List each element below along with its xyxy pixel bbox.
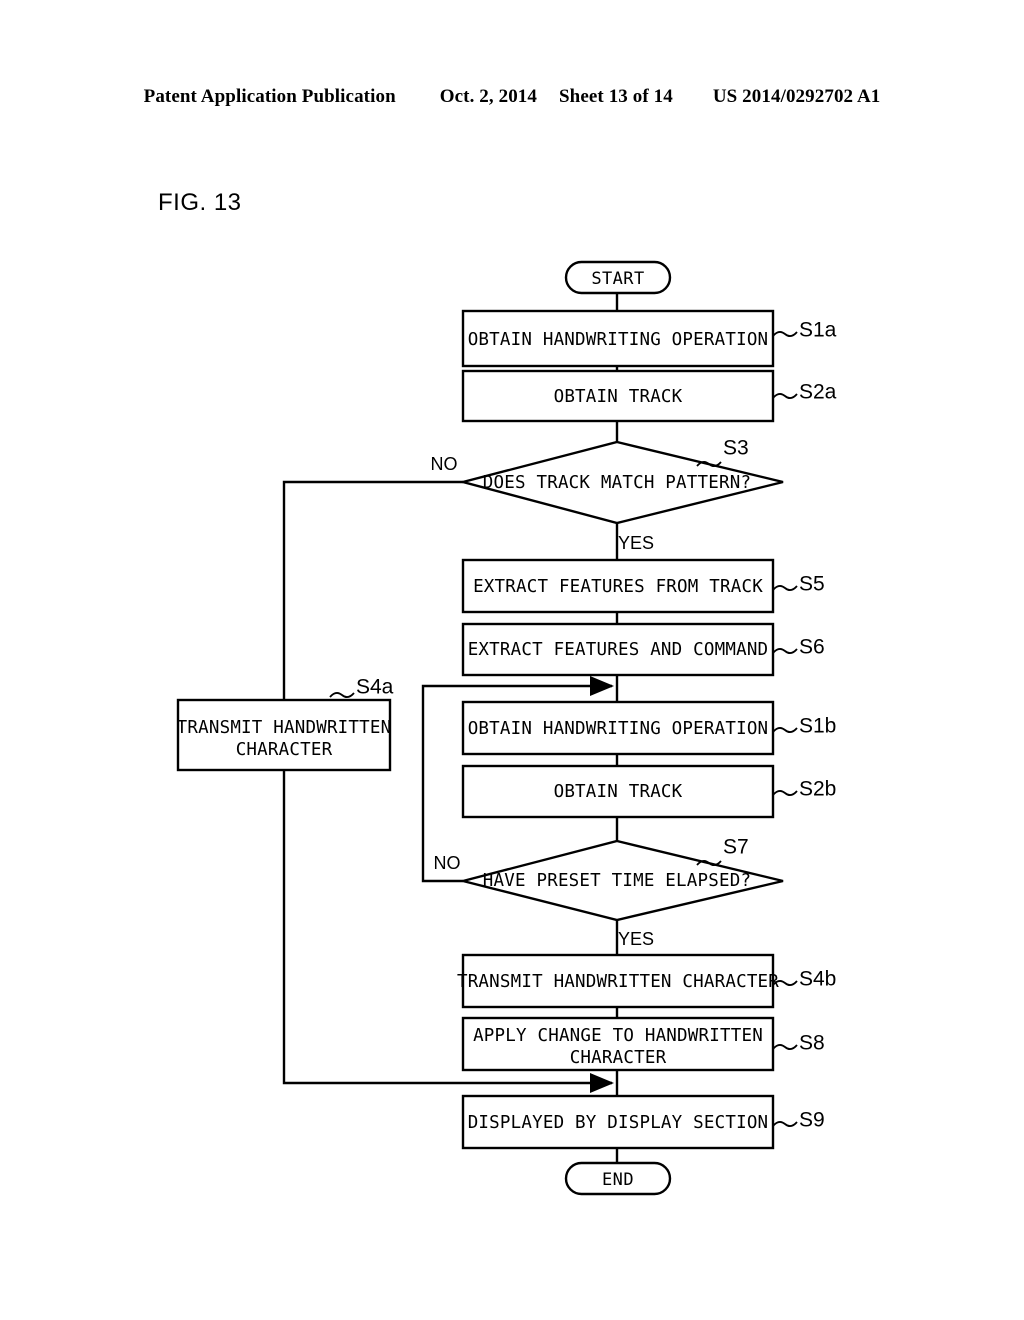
- step-label-s6: S6: [799, 636, 825, 659]
- node-s1b-label: OBTAIN HANDWRITING OPERATION: [468, 719, 769, 739]
- step-label-s5: S5: [799, 573, 825, 596]
- node-s5-label: EXTRACT FEATURES FROM TRACK: [473, 577, 763, 597]
- node-s4a-label-line2: CHARACTER: [236, 740, 333, 760]
- step-label-s2b: S2b: [799, 778, 836, 801]
- step-label-s2a: S2a: [799, 381, 837, 404]
- node-end-label: END: [602, 1170, 634, 1190]
- step-label-s9: S9: [799, 1109, 825, 1132]
- node-s1a-label: OBTAIN HANDWRITING OPERATION: [468, 330, 769, 350]
- node-s6-label: EXTRACT FEATURES AND COMMAND: [468, 640, 769, 660]
- step-label-s4b: S4b: [799, 968, 836, 991]
- node-start-label: START: [591, 269, 644, 289]
- leader-s4a: [329, 692, 355, 698]
- leader-s6: [772, 648, 798, 654]
- node-s4b-label: TRANSMIT HANDWRITTEN CHARACTER: [457, 972, 779, 992]
- node-s2a-label: OBTAIN TRACK: [554, 387, 683, 407]
- branch-label-s7-no: NO: [434, 853, 461, 873]
- step-label-s1a: S1a: [799, 319, 837, 342]
- node-s3-label: DOES TRACK MATCH PATTERN?: [483, 473, 751, 493]
- leader-s8: [772, 1044, 798, 1050]
- node-s2b-label: OBTAIN TRACK: [554, 782, 683, 802]
- node-s4a-label-line1: TRANSMIT HANDWRITTEN: [177, 718, 392, 738]
- leader-s1a: [772, 331, 798, 337]
- leader-s2a: [772, 393, 798, 399]
- step-label-s7: S7: [723, 836, 749, 859]
- node-s9-label: DISPLAYED BY DISPLAY SECTION: [468, 1113, 769, 1133]
- leader-s2b: [772, 790, 798, 796]
- flowchart: START OBTAIN HANDWRITING OPERATION S1a O…: [177, 260, 837, 1196]
- leader-s1b: [772, 727, 798, 733]
- patent-drawing-page: Patent Application Publication Oct. 2, 2…: [0, 0, 1024, 1320]
- node-s8-label-line1: APPLY CHANGE TO HANDWRITTEN: [473, 1026, 763, 1046]
- leader-s5: [772, 585, 798, 591]
- step-label-s3: S3: [723, 437, 749, 460]
- step-label-s4a: S4a: [356, 676, 394, 699]
- branch-label-s3-no: NO: [431, 454, 458, 474]
- leader-s9: [772, 1121, 798, 1127]
- step-label-s8: S8: [799, 1032, 825, 1055]
- node-s8-label-line2: CHARACTER: [570, 1048, 667, 1068]
- node-s7-label: HAVE PRESET TIME ELAPSED?: [483, 871, 751, 891]
- branch-label-s7-yes: YES: [618, 929, 654, 949]
- branch-label-s3-yes: YES: [618, 533, 654, 553]
- step-label-s1b: S1b: [799, 715, 836, 738]
